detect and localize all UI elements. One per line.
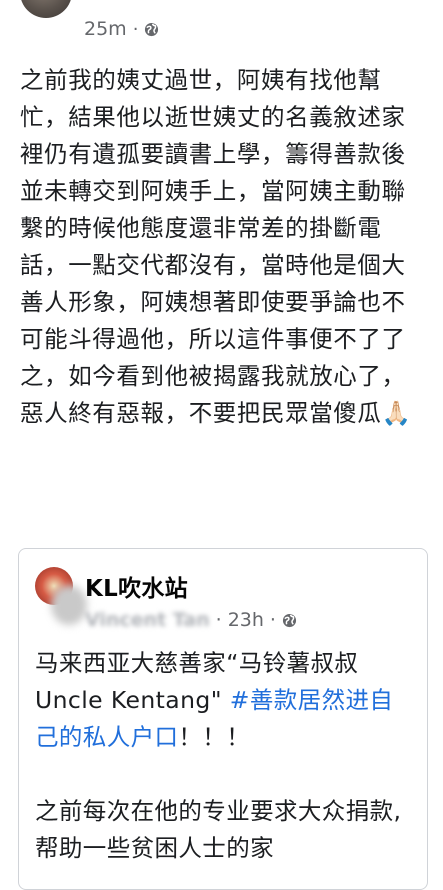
post-meta: 25m · — [84, 18, 159, 40]
meta-separator: · — [132, 18, 139, 40]
meta-separator: · — [269, 609, 276, 631]
shared-text-exclaim: ！！！ — [178, 723, 251, 751]
poster-avatar[interactable] — [20, 0, 72, 18]
post-body: 之前我的姨丈過世，阿姨有找他幫忙，結果他以逝世姨丈的名義敘述家裡仍有遺孤要讀書上… — [20, 66, 412, 427]
globe-icon — [282, 613, 297, 627]
author-avatar-blurred — [51, 585, 87, 625]
shared-post-card[interactable]: KL吹水站 Vincent Tan · 23h · 马来西亚大慈善家“马铃薯叔叔… — [18, 548, 428, 890]
meta-separator: · — [215, 609, 222, 631]
shared-post-text: 马来西亚大慈善家“马铃薯叔叔 Uncle Kentang" #善款居然进自己的私… — [35, 645, 415, 867]
shared-meta: Vincent Tan · 23h · — [85, 609, 297, 631]
shared-time[interactable]: 23h — [228, 609, 264, 631]
author-name[interactable]: Vincent Tan — [85, 609, 210, 631]
post-time[interactable]: 25m — [84, 18, 127, 40]
group-name[interactable]: KL吹水站 — [85, 569, 188, 603]
shared-text-paragraph-2: 之前每次在他的专业要求大众捐款,帮助一些贫困人士的家 — [35, 797, 402, 862]
globe-icon — [145, 22, 159, 36]
